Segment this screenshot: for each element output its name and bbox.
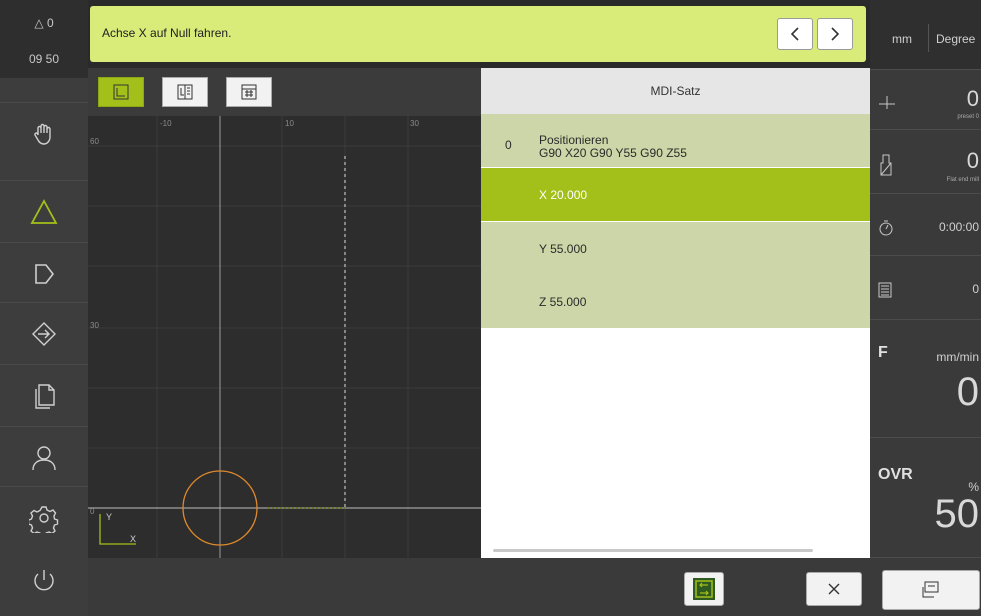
gear-icon <box>29 505 59 533</box>
unit-mm[interactable]: mm <box>892 32 912 46</box>
hand-icon <box>34 123 51 145</box>
x-tick-label: -10 <box>160 119 172 128</box>
mdi-title: MDI-Satz <box>481 68 870 114</box>
split-view-icon <box>177 84 193 100</box>
nav-program-edit[interactable] <box>0 302 88 364</box>
message-bar: Achse X auf Null fahren. <box>90 6 866 62</box>
feed-label: F <box>878 344 888 361</box>
chevron-right-icon <box>831 27 840 41</box>
files-icon <box>35 383 55 409</box>
time-row[interactable]: 0:00:00 <box>870 194 981 256</box>
message-text: Achse X auf Null fahren. <box>102 26 232 40</box>
mdi-row-x[interactable]: X 20.000 <box>481 168 870 221</box>
status-time: 09 50 <box>28 52 60 66</box>
stopwatch-icon <box>879 220 893 236</box>
previous-step-button[interactable] <box>777 18 813 50</box>
block-command: G90 X20 G90 Y55 G90 Z55 <box>539 146 687 160</box>
graph-svg: -10 10 30 60 30 0 Y X <box>88 116 481 558</box>
divider <box>928 24 929 52</box>
tool-label: Flat end mill <box>946 177 979 183</box>
preset-icon <box>879 96 895 109</box>
tool-value: 0 <box>966 148 979 173</box>
unit-row: mm Degree <box>870 0 981 70</box>
feed-row[interactable]: F mm/min 0 <box>870 320 981 438</box>
enter-icon <box>32 321 56 346</box>
nc-start-button[interactable] <box>684 572 724 606</box>
nav-user-login[interactable] <box>0 426 88 488</box>
tool-icon <box>880 154 892 176</box>
unit-degree[interactable]: Degree <box>936 32 975 46</box>
mdi-block-header[interactable]: 0 Positionieren G90 X20 G90 Y55 G90 Z55 <box>481 114 870 167</box>
main-menu: △ 0 09 50 <box>0 0 88 616</box>
graphic-view-icon <box>113 84 129 100</box>
graphic-simulation-panel: -10 10 30 60 30 0 Y X <box>88 68 481 558</box>
status-indicator: △ 0 <box>34 16 54 30</box>
user-icon <box>32 445 56 470</box>
status-area: △ 0 09 50 <box>0 0 88 78</box>
block-title: Positionieren <box>539 133 609 147</box>
horizontal-scrollbar[interactable] <box>493 549 813 552</box>
power-icon <box>34 570 54 591</box>
close-button[interactable] <box>806 572 862 606</box>
nav-program-run[interactable] <box>0 242 88 304</box>
override-row[interactable]: OVR % 50 <box>870 438 981 558</box>
y-tick-label: 60 <box>90 137 99 146</box>
mdi-row-z[interactable]: Z 55.000 <box>481 275 870 328</box>
time-value: 0:00:00 <box>938 220 979 234</box>
view-split-button[interactable] <box>162 77 208 107</box>
table-view-icon <box>241 84 257 100</box>
view-graphic-button[interactable] <box>98 77 144 107</box>
nav-settings[interactable] <box>0 486 88 548</box>
triangle-icon <box>30 198 58 224</box>
mdi-row-value: X 20.000 <box>539 188 588 202</box>
counter-value: 0 <box>972 282 979 296</box>
mdi-block-panel: MDI-Satz 0 Positionieren G90 X20 G90 Y55… <box>481 68 870 558</box>
block-number: 0 <box>505 138 512 152</box>
counter-icon <box>878 282 892 298</box>
tool-row[interactable]: 0 Flat end mill <box>870 130 981 194</box>
bottom-action-bar <box>88 558 870 616</box>
status-panel: mm Degree 0 preset 0 0 Flat end mill 0:0… <box>870 0 981 616</box>
chevron-left-icon <box>790 27 799 41</box>
y-tick-label: 30 <box>90 321 99 330</box>
auxiliary-functions-button[interactable] <box>882 570 980 610</box>
arrow-icon <box>35 263 55 284</box>
graph-canvas[interactable]: -10 10 30 60 30 0 Y X <box>88 116 481 558</box>
x-tick-label: 10 <box>285 119 294 128</box>
feed-unit: mm/min <box>936 350 979 364</box>
next-step-button[interactable] <box>817 18 853 50</box>
nav-file-management[interactable] <box>0 364 88 426</box>
nav-mdi[interactable] <box>0 180 88 242</box>
mdi-row-y[interactable]: Y 55.000 <box>481 222 870 275</box>
monitor-icon <box>922 581 939 598</box>
axis-label-y: Y <box>106 512 112 522</box>
mdi-row-value: Y 55.000 <box>539 242 587 256</box>
preset-row[interactable]: 0 preset 0 <box>870 70 981 130</box>
counter-row[interactable]: 0 <box>870 256 981 320</box>
view-table-button[interactable] <box>226 77 272 107</box>
feed-value: 0 <box>956 370 979 414</box>
override-value: 50 <box>934 492 980 536</box>
mdi-row-value: Z 55.000 <box>539 295 587 309</box>
axis-label-x: X <box>130 534 136 544</box>
x-tick-label: 30 <box>410 119 419 128</box>
close-icon <box>828 583 840 595</box>
preset-value: 0 <box>966 86 979 111</box>
preset-label: preset 0 <box>957 114 979 120</box>
y-tick-label: 0 <box>90 507 95 516</box>
nav-manual-operation[interactable] <box>0 102 88 164</box>
nc-start-icon <box>693 578 715 600</box>
nav-switch-off[interactable] <box>0 550 88 612</box>
override-label: OVR <box>878 466 913 483</box>
graph-toolbar <box>88 68 481 116</box>
